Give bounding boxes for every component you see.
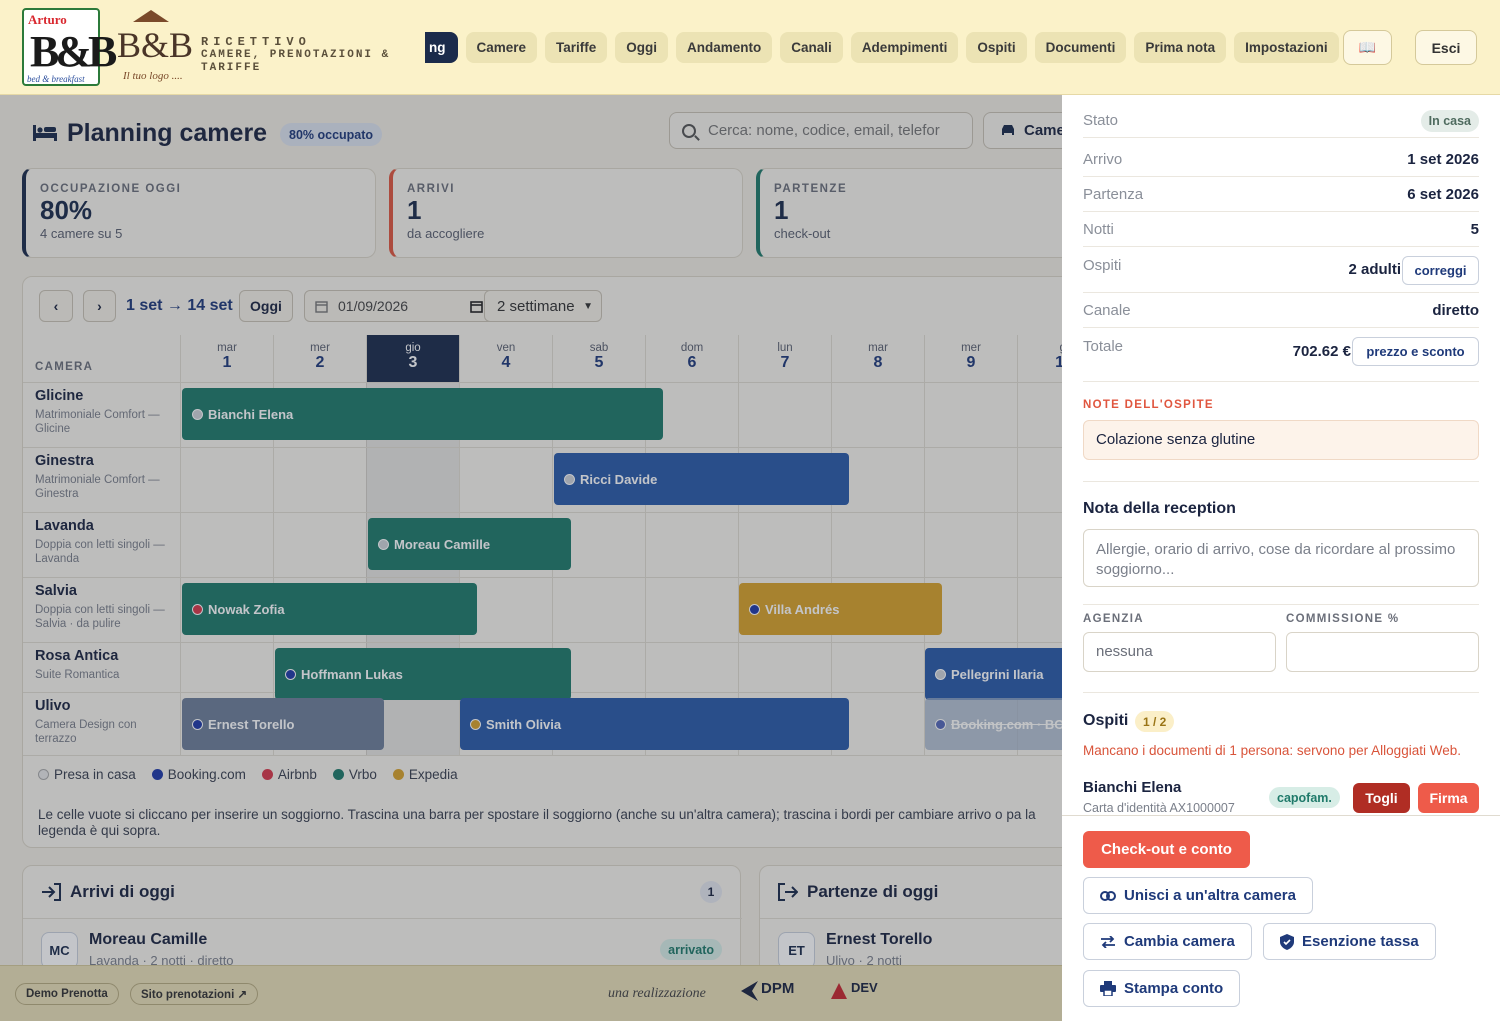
row-label: Stato [1083,112,1119,129]
correct-guests-button[interactable]: correggi [1402,256,1479,285]
status-badge: In casa [1420,110,1479,132]
nav-adempimenti[interactable]: Adempimenti [850,32,959,63]
head-of-family-badge: capofam. [1269,787,1340,808]
book-icon: 📖 [1358,39,1377,55]
row-partenza: Partenza 6 set 2026 [1083,177,1479,212]
logo-sub-text: bed & breakfast [27,74,85,84]
agency-input[interactable]: nessuna [1083,632,1276,672]
row-canale: Canale diretto [1083,293,1479,328]
nav-documenti[interactable]: Documenti [1034,32,1127,63]
printer-icon [1100,981,1116,996]
modal-backdrop[interactable] [0,95,1062,1021]
row-label: Totale [1083,338,1124,355]
row-value: 2 adulti [1348,261,1401,278]
nav-andamento[interactable]: Andamento [676,32,773,63]
sign-button[interactable]: Firma [1418,783,1479,813]
commission-input[interactable] [1286,632,1479,672]
brand-line-2: CAMERE, PRENOTAZIONI & [201,49,391,61]
row-stato: Stato In casa [1083,103,1479,138]
row-value: 702.62 € [1292,343,1351,360]
row-value: 6 set 2026 [1407,186,1479,203]
shield-icon [1280,933,1294,950]
reception-note-label: Nota della reception [1083,500,1236,517]
logo2-main-text: B&B [117,25,194,65]
nav-camere[interactable]: Camere [465,32,538,63]
row-label: Ospiti [1083,257,1122,274]
guest-notes-label: NOTE DELL'OSPITE [1083,399,1214,411]
guests-count-badge: 1 / 2 [1135,711,1175,732]
checkout-button[interactable]: Check-out e conto [1083,831,1250,868]
logout-button[interactable]: Esci [1415,30,1477,65]
change-room-label: Cambia camera [1124,933,1235,950]
nav-canali[interactable]: Canali [780,32,843,63]
guests-title: Ospiti [1083,712,1129,729]
print-bill-button[interactable]: Stampa conto [1083,970,1241,1007]
row-value: diretto [1432,302,1479,319]
row-label: Notti [1083,221,1114,238]
row-value: 5 [1470,221,1479,238]
nav-planning[interactable]: ng [425,32,458,63]
commission-label: COMMISSIONE % [1286,613,1400,625]
row-notti: Notti 5 [1083,212,1479,247]
app-brand: RICETTIVO CAMERE, PRENOTAZIONI & TARIFFE [201,36,390,75]
change-room-button[interactable]: Cambia camera [1083,923,1252,960]
guest-document: Carta d'identità AX1000007 [1083,801,1235,815]
reception-note-textarea[interactable]: Allergie, orario di arrivo, cose da rico… [1083,529,1479,587]
main-nav: ng Camere Tariffe Oggi Andamento Canali … [425,32,1339,63]
print-bill-label: Stampa conto [1124,980,1224,997]
nav-impostazioni[interactable]: Impostazioni [1234,32,1339,63]
swap-icon [1101,935,1115,948]
brand-line-1: RICETTIVO [201,35,311,49]
logo2-sub-text: Il tuo logo .... [123,70,183,82]
top-header: Arturo B&B bed & breakfast B&B Il tuo lo… [0,0,1500,95]
row-label: Canale [1083,302,1131,319]
row-label: Arrivo [1083,151,1123,168]
manual-book-button[interactable]: 📖 [1343,30,1392,65]
price-discount-button[interactable]: prezzo e sconto [1352,337,1479,366]
house-roof-icon [133,10,169,22]
guest-name: Bianchi Elena [1083,779,1182,796]
guest-notes-field[interactable]: Colazione senza glutine [1083,420,1479,460]
merge-room-button[interactable]: Unisci a un'altra camera [1083,877,1313,914]
row-ospiti: Ospiti 2 adulti correggi [1083,248,1479,293]
row-value: 1 set 2026 [1407,151,1479,168]
agency-label: AGENZIA [1083,613,1144,625]
tax-exemption-button[interactable]: Esenzione tassa [1263,923,1436,960]
row-label: Partenza [1083,186,1144,203]
bb-logo: Arturo B&B bed & breakfast [22,8,117,86]
tax-exemption-label: Esenzione tassa [1302,933,1419,950]
nav-oggi[interactable]: Oggi [615,32,669,63]
missing-docs-warning: Mancano i documenti di 1 persona: servon… [1083,743,1461,758]
row-totale: Totale 702.62 € prezzo e sconto [1083,329,1479,374]
nav-ospiti[interactable]: Ospiti [966,32,1027,63]
your-logo: B&B Il tuo logo .... [113,8,194,86]
nav-tariffe[interactable]: Tariffe [545,32,608,63]
brand-line-3: TARIFFE [201,62,262,74]
nav-prima-nota[interactable]: Prima nota [1134,32,1227,63]
booking-detail-panel: Stato In casa Arrivo 1 set 2026 Partenza 6… [1062,95,1500,1021]
remove-guest-button[interactable]: Togli [1353,783,1410,813]
row-arrivo: Arrivo 1 set 2026 [1083,142,1479,177]
logo-main-text: B&B [30,27,117,76]
link-icon [1100,890,1116,901]
merge-room-label: Unisci a un'altra camera [1124,887,1296,904]
